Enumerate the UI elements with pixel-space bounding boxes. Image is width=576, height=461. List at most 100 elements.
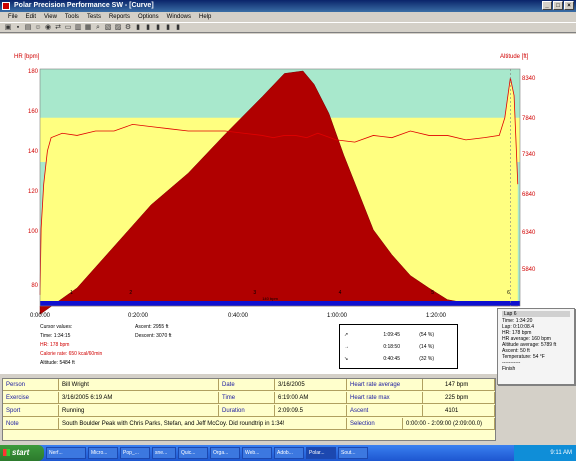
- calendar-icon[interactable]: ▦: [84, 24, 92, 32]
- date-value[interactable]: 3/16/2005: [275, 379, 347, 391]
- ascent-descent: Ascent: 2955 ft Descent: 3070 ft: [135, 323, 171, 341]
- hr-max-label: Heart rate max: [347, 392, 423, 404]
- hr-band-label: 140 bpm: [262, 296, 278, 301]
- arrow-right-icon: →: [344, 344, 349, 350]
- duration-value[interactable]: 2:09:09.5: [275, 405, 347, 417]
- person-label: Person: [3, 379, 59, 391]
- taskbar-item[interactable]: Web...: [242, 447, 272, 459]
- time-label: Time: [219, 392, 275, 404]
- hr-average-label: Heart rate average: [347, 379, 423, 391]
- cursor-values: Cursor values: Time: 1:34:15 HR: 178 bpm…: [40, 323, 102, 368]
- duration-label: Duration: [219, 405, 275, 417]
- menu-file[interactable]: File: [4, 12, 22, 22]
- minimize-button[interactable]: _: [542, 1, 552, 10]
- watch-icon[interactable]: ◉: [44, 24, 52, 32]
- bar-chart-3-icon[interactable]: ▮: [154, 24, 162, 32]
- lap-marker: 3: [253, 290, 256, 296]
- zone-above: ↗ 1:09:45 (54 %): [344, 332, 434, 338]
- taskbar-item[interactable]: Nerf...: [46, 447, 86, 459]
- toolbar: ▣ ▪ ▤ ☺ ◉ ⇄ ▭ ▥ ▦ ⌕ ▧ ▨ ⚙ ▮ ▮ ▮ ▮ ▮: [0, 22, 576, 33]
- time-tick: 1:00:00: [327, 313, 348, 319]
- taskbar-item[interactable]: Pop_...: [120, 447, 150, 459]
- note-label: Note: [3, 418, 59, 430]
- system-tray: 9:11 AM: [514, 445, 576, 461]
- ascent-label: Ascent: [347, 405, 423, 417]
- taskbar-item[interactable]: Micro...: [88, 447, 118, 459]
- taskbar-item[interactable]: Adob...: [274, 447, 304, 459]
- hr-max-value: 225 bpm: [423, 392, 495, 404]
- menu-edit[interactable]: Edit: [22, 12, 40, 22]
- print-icon[interactable]: ▤: [24, 24, 32, 32]
- menu-view[interactable]: View: [40, 12, 61, 22]
- test-icon[interactable]: ▨: [114, 24, 122, 32]
- menu-reports[interactable]: Reports: [105, 12, 134, 22]
- bar-chart-icon[interactable]: ▮: [134, 24, 142, 32]
- descent-value: Descent: 3070 ft: [135, 333, 172, 339]
- polar-app-icon: [2, 2, 10, 10]
- bar-chart-4-icon[interactable]: ▮: [164, 24, 172, 32]
- ascent-value: Ascent: 2955 ft: [135, 324, 169, 330]
- date-label: Date: [219, 379, 275, 391]
- folder-icon[interactable]: ▭: [64, 24, 72, 32]
- tooltip-title: Lap 6: [502, 311, 570, 317]
- lap-marker: 5: [431, 290, 434, 296]
- save-icon[interactable]: ▪: [14, 24, 22, 32]
- start-button[interactable]: start: [0, 445, 44, 461]
- lap-marker: 4: [339, 290, 342, 296]
- zone-in: → 0:18:50 (14 %): [344, 344, 434, 350]
- summary-row: Person Bill Wright Date 3/16/2005 Heart …: [3, 379, 495, 391]
- cursor-hr: HR: 178 bpm: [40, 342, 70, 348]
- menu-tools[interactable]: Tools: [61, 12, 83, 22]
- hr-average-value: 147 bpm: [423, 379, 495, 391]
- transfer-icon[interactable]: ⇄: [54, 24, 62, 32]
- menu-tests[interactable]: Tests: [83, 12, 105, 22]
- taskbar-item[interactable]: Polar...: [306, 447, 336, 459]
- taskbar-item[interactable]: Orga...: [210, 447, 240, 459]
- ascent-total-value: 4101: [423, 405, 495, 417]
- zone-summary: ↗ 1:09:45 (54 %) → 0:18:50 (14 %) ↘ 0:40…: [339, 324, 458, 369]
- zoom-icon[interactable]: ⌕: [94, 24, 102, 32]
- baseline-strip: [40, 301, 520, 306]
- time-tick: 0:40:00: [228, 313, 249, 319]
- taskbar-item[interactable]: Sout...: [338, 447, 368, 459]
- exercise-summary: Person Bill Wright Date 3/16/2005 Heart …: [2, 378, 496, 441]
- note-value[interactable]: South Boulder Peak with Chris Parks, Ste…: [59, 418, 347, 430]
- report-icon[interactable]: ▧: [104, 24, 112, 32]
- chart-icon[interactable]: ▥: [74, 24, 82, 32]
- close-button[interactable]: ×: [564, 1, 574, 10]
- tools-icon[interactable]: ⚙: [124, 24, 132, 32]
- bar-chart-5-icon[interactable]: ▮: [174, 24, 182, 32]
- bar-chart-2-icon[interactable]: ▮: [144, 24, 152, 32]
- sport-value[interactable]: Running: [59, 405, 219, 417]
- window-title: Polar Precision Performance SW - [Curve]: [14, 2, 154, 9]
- time-value[interactable]: 6:19:00 AM: [275, 392, 347, 404]
- selection-value: 0:00:00 - 2:09:00 (2:09:00.0): [403, 418, 495, 430]
- lap-marker: 2: [129, 290, 132, 296]
- maximize-button[interactable]: □: [553, 1, 563, 10]
- cursor-altitude: Altitude: 5484 ft: [40, 360, 75, 366]
- menu-options[interactable]: Options: [134, 12, 163, 22]
- cursor-time: Time: 1:34:15: [40, 333, 71, 339]
- menu-windows[interactable]: Windows: [163, 12, 195, 22]
- taskbar: start Nerf... Micro... Pop_... sne... Qu…: [0, 445, 576, 461]
- title-bar: Polar Precision Performance SW - [Curve]…: [0, 0, 576, 12]
- person-icon[interactable]: ☺: [34, 24, 42, 32]
- menu-help[interactable]: Help: [195, 12, 215, 22]
- exercise-value[interactable]: 3/16/2005 6:19 AM: [59, 392, 219, 404]
- zone-below: ↘ 0:40:45 (32 %): [344, 356, 434, 362]
- cursor-header: Cursor values:: [40, 324, 73, 330]
- taskbar-item[interactable]: Quic...: [178, 447, 208, 459]
- person-value[interactable]: Bill Wright: [59, 379, 219, 391]
- lap-tooltip: Lap 6 Time: 1:34:20 Lap: 0:10:08.4 HR: 1…: [497, 308, 575, 385]
- sport-label: Sport: [3, 405, 59, 417]
- curve-window: HR [bpm] Altitude [ft] 180 160 140 120 1…: [0, 34, 576, 374]
- time-tick: 1:20:00: [426, 313, 447, 319]
- arrow-up-icon: ↗: [344, 332, 349, 338]
- open-icon[interactable]: ▣: [4, 24, 12, 32]
- taskbar-item[interactable]: sne...: [152, 447, 176, 459]
- time-tick: 0:20:00: [128, 313, 149, 319]
- summary-row: Note South Boulder Peak with Chris Parks…: [3, 418, 495, 430]
- lap-marker: 6: [507, 290, 510, 296]
- lap-marker: 1: [70, 290, 73, 296]
- tooltip-line: Finish: [502, 366, 516, 372]
